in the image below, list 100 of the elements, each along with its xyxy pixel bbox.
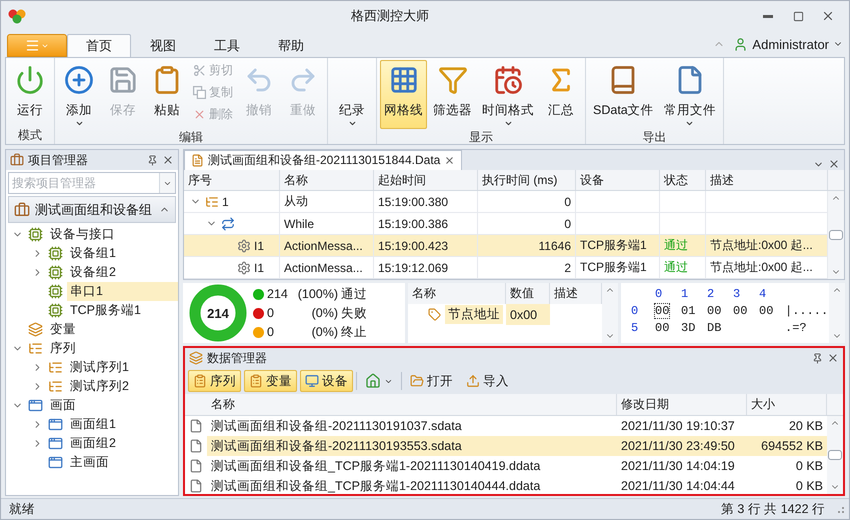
- ribbon-tab[interactable]: 首页: [67, 34, 131, 57]
- tree-item[interactable]: 测试序列1: [30, 358, 178, 377]
- resize-grip-icon[interactable]: [835, 504, 845, 514]
- toolbar-button[interactable]: 打开: [405, 370, 458, 392]
- column-header[interactable]: 名称: [280, 170, 374, 190]
- table-row[interactable]: 节点地址 0x00: [408, 304, 602, 325]
- toolbar-toggle[interactable]: 变量: [244, 370, 297, 392]
- scrollbar[interactable]: [828, 191, 844, 279]
- toolbar-toggle[interactable]: 设备: [300, 370, 353, 392]
- table-row[interactable]: 测试画面组和设备组_TCP服务端1-20211130140444.ddata 2021/11/30 14:04:44 0 KB: [185, 476, 827, 496]
- hex-byte[interactable]: 01: [681, 304, 696, 318]
- user-icon: [733, 36, 748, 52]
- scroll-thumb[interactable]: [829, 230, 843, 240]
- ribbon-button[interactable]: 粘贴: [146, 60, 188, 129]
- tree-item[interactable]: 主画面: [30, 453, 178, 472]
- close-icon[interactable]: [444, 155, 456, 166]
- table-cell: ActionMessa...: [280, 235, 374, 256]
- column-header[interactable]: 序号: [184, 170, 280, 190]
- table-cell-text: 2021/11/30 14:04:19: [620, 458, 736, 475]
- tree-item[interactable]: 设备组2: [30, 263, 178, 282]
- column-header[interactable]: 设备: [576, 170, 660, 190]
- ribbon-button[interactable]: 纪录: [331, 60, 373, 129]
- gear-icon: [237, 238, 251, 252]
- ribbon-button[interactable]: SData文件: [589, 60, 658, 129]
- ribbon-button[interactable]: 添加: [58, 60, 100, 129]
- table-cell: 15:19:00.380: [374, 191, 478, 212]
- grid-icon: [388, 65, 418, 95]
- minimize-icon: [763, 14, 773, 18]
- hex-byte[interactable]: 00: [733, 304, 748, 318]
- scrollbar[interactable]: [827, 416, 843, 494]
- scrollbar[interactable]: [602, 283, 618, 343]
- tree-item[interactable]: 画面组2: [30, 434, 178, 453]
- table-cell: 0: [478, 213, 576, 234]
- toolbar-button[interactable]: 导入: [461, 370, 514, 392]
- column-header[interactable]: 状态: [660, 170, 706, 190]
- toolbar-toggle[interactable]: 序列: [188, 370, 241, 392]
- hex-byte[interactable]: 00: [655, 304, 670, 318]
- hex-byte[interactable]: 00: [707, 304, 722, 318]
- clipboard-icon: [193, 374, 207, 388]
- tree-item[interactable]: 画面组1: [30, 415, 178, 434]
- tree-item[interactable]: 序列: [10, 339, 178, 358]
- app-menu-button[interactable]: [7, 34, 67, 57]
- column-header[interactable]: 起始时间: [374, 170, 478, 190]
- column-header[interactable]: 大小: [747, 394, 827, 415]
- table-row[interactable]: 测试画面组和设备组_TCP服务端1-20211130140419.ddata 2021/11/30 14:04:19 0 KB: [185, 456, 827, 476]
- pin-icon[interactable]: [147, 154, 158, 166]
- column-header[interactable]: 执行时间 (ms): [478, 170, 576, 190]
- table-cell: TCP服务端1: [576, 257, 660, 278]
- scroll-thumb[interactable]: [828, 450, 842, 460]
- tag-icon: [428, 308, 441, 321]
- ribbon-tab[interactable]: 视图: [131, 34, 195, 57]
- user-menu[interactable]: Administrator: [731, 36, 845, 52]
- window-icon: [28, 398, 43, 413]
- ribbon-button[interactable]: 网格线: [380, 60, 427, 129]
- ribbon-tab[interactable]: 帮助: [259, 34, 323, 57]
- pin-icon[interactable]: [812, 352, 823, 364]
- hex-column-header: 2: [707, 286, 714, 300]
- hex-byte[interactable]: DB: [707, 320, 722, 334]
- tree-item[interactable]: 设备组1: [30, 244, 178, 263]
- ribbon-button[interactable]: 常用文件: [660, 60, 720, 129]
- close-icon[interactable]: [828, 158, 840, 170]
- table-row[interactable]: While 15:19:00.386 0: [184, 213, 828, 235]
- column-header[interactable]: 描述: [706, 170, 828, 190]
- table-row[interactable]: I1 ActionMessa... 15:19:12.069 2 TCP服务端1 通过 节点地址:0x00 起...: [184, 257, 828, 279]
- row-number: I1: [254, 260, 264, 274]
- scissors-icon: [193, 64, 206, 77]
- column-header[interactable]: 修改日期: [617, 394, 747, 415]
- hierarchy-icon: [205, 194, 219, 208]
- document-tab[interactable]: 测试画面组和设备组-20211130151844.Data: [184, 150, 462, 170]
- row-number: 1: [222, 194, 229, 208]
- tree-item[interactable]: TCP服务端1: [30, 301, 178, 320]
- ribbon-tab[interactable]: 工具: [195, 34, 259, 57]
- table-row[interactable]: I1 ActionMessa... 15:19:00.423 11646 TCP服务端1 通过 节点地址:0x00 起...: [184, 235, 828, 257]
- tree-item[interactable]: 画面: [10, 396, 178, 415]
- search-box[interactable]: 搜索项目管理器: [8, 172, 176, 194]
- file-icon: [189, 479, 203, 493]
- tree-item[interactable]: 测试序列2: [30, 377, 178, 396]
- column-header[interactable]: 名称: [207, 394, 617, 415]
- table-cell-text: 测试画面组和设备组_TCP服务端1-20211130140419.ddata: [210, 458, 542, 474]
- loop-icon: [221, 216, 235, 230]
- ribbon-button[interactable]: 运行: [9, 60, 51, 127]
- table-row[interactable]: 测试画面组和设备组-20211130191037.sdata 2021/11/30 19:10:37 20 KB: [185, 416, 827, 436]
- tree-item[interactable]: 变量: [10, 320, 178, 339]
- tree-item[interactable]: 设备与接口: [10, 225, 178, 244]
- row-number: I1: [254, 238, 264, 252]
- project-header[interactable]: 测试画面组和设备组: [8, 196, 176, 223]
- column-header[interactable]: 名称: [408, 283, 506, 304]
- table-cell-text: 2021/11/30 14:04:44: [620, 478, 736, 495]
- scrollbar[interactable]: [829, 283, 845, 343]
- ribbon-button[interactable]: 汇总: [540, 60, 582, 129]
- ribbon-button[interactable]: 时间格式: [478, 60, 538, 129]
- ribbon-button[interactable]: 筛选器: [429, 60, 476, 129]
- close-icon[interactable]: [827, 352, 839, 364]
- hex-byte[interactable]: 3D: [681, 320, 696, 334]
- close-icon[interactable]: [162, 154, 174, 166]
- table-row[interactable]: 测试画面组和设备组-20211130193553.sdata 2021/11/30 23:49:50 694552 KB: [185, 436, 827, 456]
- hex-byte[interactable]: 00: [759, 304, 774, 318]
- table-row[interactable]: 1 从动 15:19:00.380 0: [184, 191, 828, 213]
- caret-icon: [348, 119, 356, 128]
- hex-byte[interactable]: 00: [655, 320, 670, 334]
